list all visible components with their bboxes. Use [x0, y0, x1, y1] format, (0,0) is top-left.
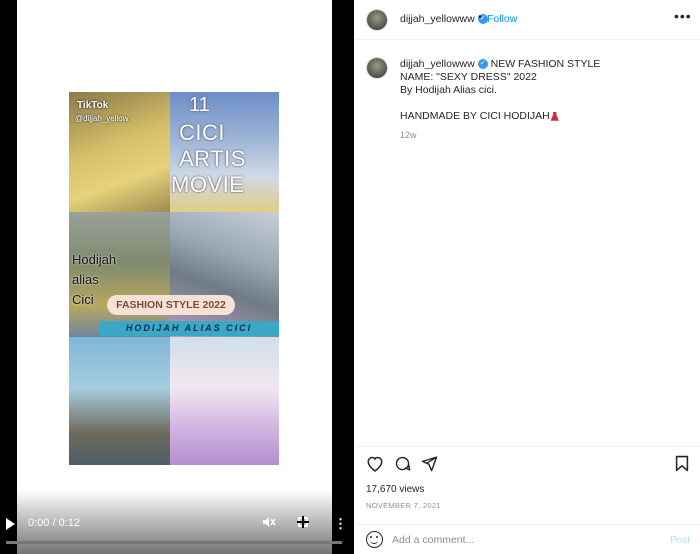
comment-bar: Post — [354, 524, 700, 554]
muted-speaker-icon[interactable] — [262, 516, 276, 531]
overlay-number: 11 — [189, 94, 210, 116]
video-controls: 0:00 / 0:12 ⋮ — [0, 512, 354, 540]
caption-timestamp[interactable]: 12w — [400, 130, 417, 140]
comment-input[interactable] — [392, 531, 652, 549]
overlay-side-word: Hodijah — [72, 252, 117, 267]
tiktok-handle: @dijjah_yellow — [75, 114, 129, 123]
action-bar — [354, 446, 700, 481]
fashion-style-pill: FASHION STYLE 2022 — [107, 295, 235, 315]
post-comment-button[interactable]: Post — [670, 535, 690, 546]
emoji-icon[interactable] — [366, 531, 383, 548]
hodijah-banner: HODIJAH ALIAS CICI — [99, 321, 279, 336]
caption-line: By Hodijah Alias cici. — [400, 84, 497, 96]
caption-username-text[interactable]: dijjah_yellowww — [400, 58, 475, 70]
instagram-post-modal: TikTok @dijjah_yellow 11 CICI ARTIS MOVI… — [0, 0, 700, 554]
fullscreen-icon[interactable] — [297, 516, 309, 528]
caption-line: NEW FASHION STYLE — [490, 58, 601, 70]
post-sidebar: dijjah_yellowww ✓ • Follow ••• dijjah_yel… — [354, 0, 700, 554]
header-username-text[interactable]: dijjah_yellowww — [400, 13, 475, 25]
view-count[interactable]: 17,670 views — [366, 484, 424, 495]
separator-dot: • — [478, 12, 482, 23]
dress-emoji-icon — [550, 111, 559, 121]
caption-handmade-text: HANDMADE BY CICI HODIJAH — [400, 110, 550, 122]
post-date[interactable]: NOVEMBER 7, 2021 — [366, 501, 441, 510]
overlay-side-word: alias — [72, 272, 99, 287]
overlay-title-line: CICI — [179, 120, 225, 145]
verified-badge-icon: ✓ — [477, 59, 488, 70]
share-icon[interactable] — [421, 455, 438, 477]
caption-username[interactable]: dijjah_yellowww ✓ — [400, 58, 488, 70]
post-header: dijjah_yellowww ✓ • Follow ••• — [354, 0, 700, 40]
tiktok-logo: TikTok — [77, 100, 109, 111]
collage-photo-1: TikTok @dijjah_yellow — [69, 92, 170, 212]
collage-photo-6 — [170, 337, 279, 465]
video-panel[interactable]: TikTok @dijjah_yellow 11 CICI ARTIS MOVI… — [0, 0, 354, 554]
video-time: 0:00 / 0:12 — [28, 517, 80, 529]
overlay-side-word: Cici — [72, 292, 94, 307]
overlay-title-line: MOVIE — [171, 172, 245, 197]
avatar[interactable] — [366, 57, 388, 79]
avatar[interactable] — [366, 9, 388, 31]
video-collage: TikTok @dijjah_yellow 11 CICI ARTIS MOVI… — [69, 92, 279, 465]
overlay-title-line: ARTIS — [179, 146, 246, 171]
more-options-icon[interactable]: ••• — [674, 8, 692, 24]
bookmark-icon[interactable] — [675, 455, 689, 477]
video-progress-bar[interactable] — [6, 541, 342, 544]
comment-icon[interactable] — [394, 455, 411, 477]
caption-line: NAME: "SEXY DRESS" 2022 — [400, 71, 537, 83]
play-icon[interactable] — [6, 518, 15, 530]
video-frame[interactable]: TikTok @dijjah_yellow 11 CICI ARTIS MOVI… — [17, 0, 332, 554]
follow-button[interactable]: Follow — [487, 13, 517, 25]
more-vertical-icon[interactable]: ⋮ — [334, 516, 347, 532]
caption-handmade: HANDMADE BY CICI HODIJAH — [400, 110, 690, 123]
header-username[interactable]: dijjah_yellowww ✓ — [400, 13, 488, 25]
collage-photo-4 — [170, 212, 279, 337]
caption-text: dijjah_yellowww ✓ NEW FASHION STYLE NAME:… — [400, 58, 690, 123]
collage-photo-5 — [69, 337, 170, 465]
heart-icon[interactable] — [366, 455, 384, 477]
